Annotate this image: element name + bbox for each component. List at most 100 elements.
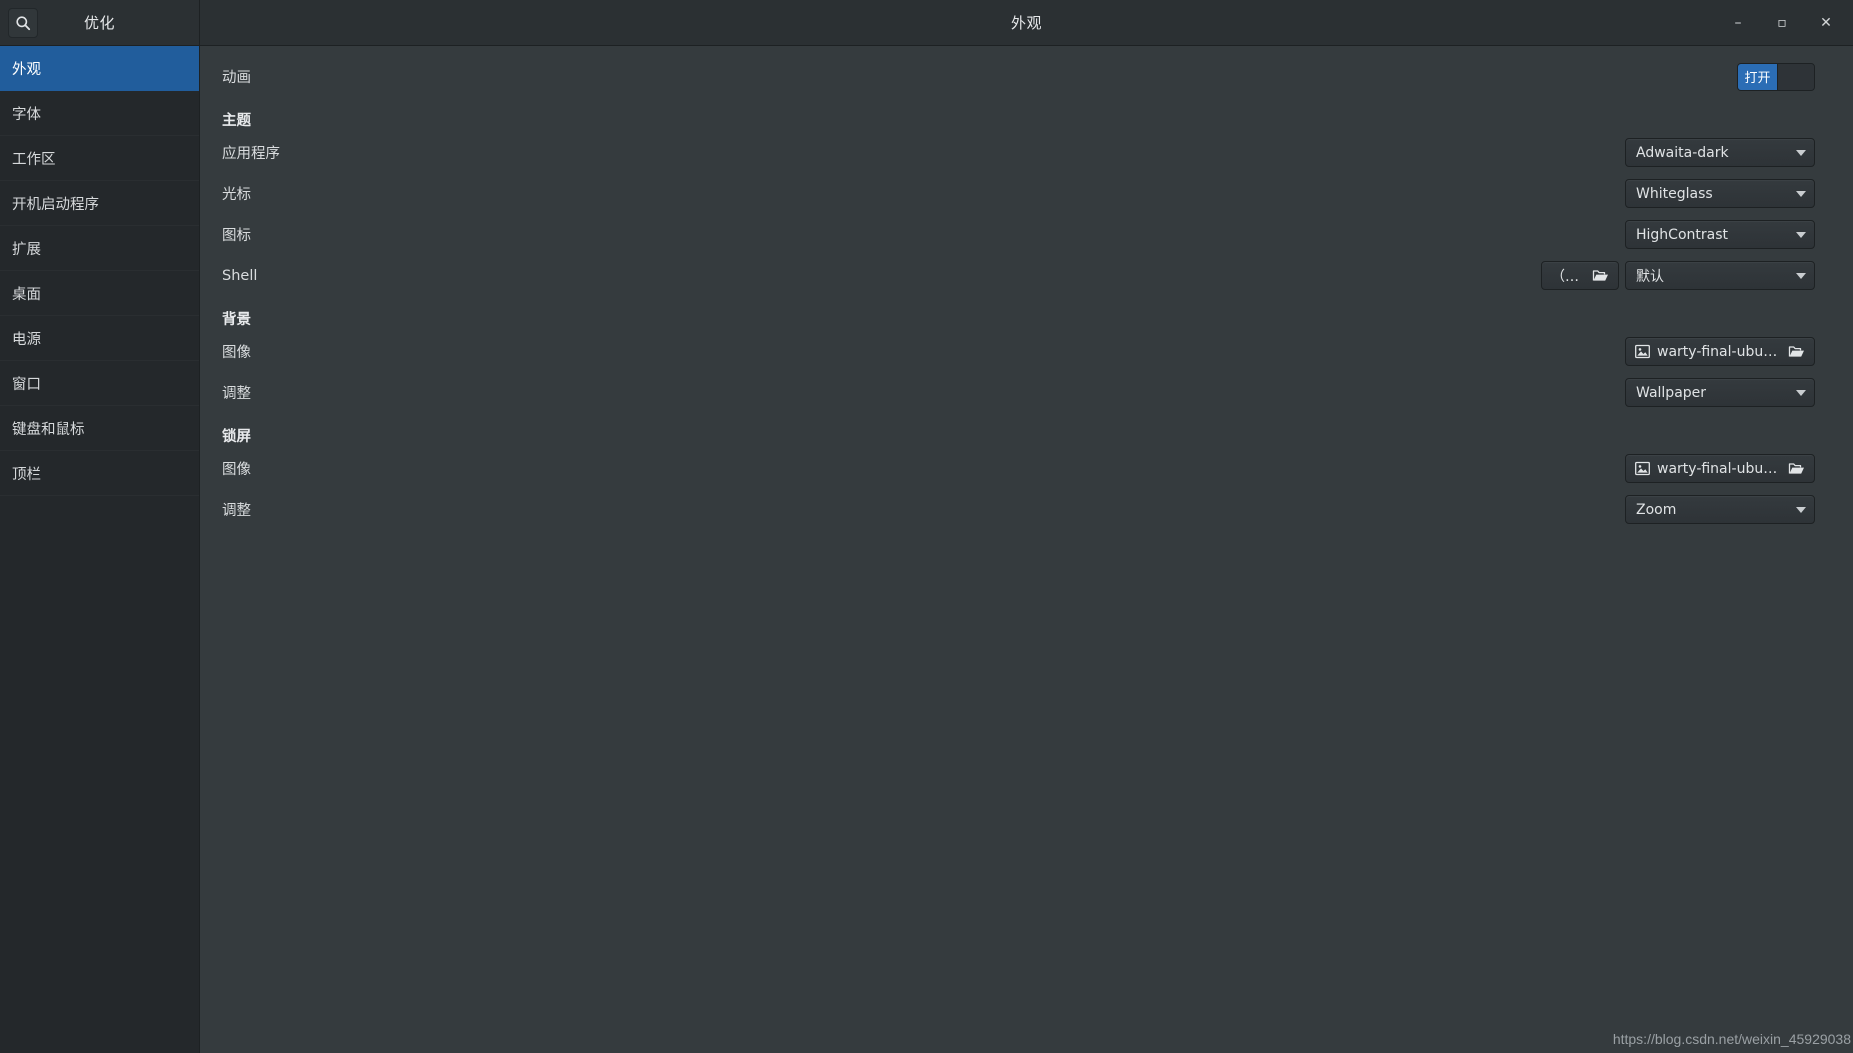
sidebar-item-label: 桌面 [12,286,41,303]
lockscreen-adjustment-dropdown[interactable]: Zoom [1625,495,1815,524]
shell-theme-dropdown[interactable]: 默认 [1625,261,1815,290]
application-theme-dropdown[interactable]: Adwaita-dark [1625,138,1815,167]
sidebar-item-top-bar[interactable]: 顶栏 [0,451,199,496]
folder-open-icon [1592,268,1609,283]
dropdown-value: Whiteglass [1636,185,1713,202]
section-title: 锁屏 [222,429,251,445]
chevron-down-icon [1796,389,1806,396]
sidebar-item-label: 字体 [12,106,41,123]
row-label: 图像 [222,462,251,478]
sidebar-item-label: 工作区 [12,151,56,168]
sidebar-item-startup-applications[interactable]: 开机启动程序 [0,181,199,226]
cursor-theme-dropdown[interactable]: Whiteglass [1625,179,1815,208]
sidebar-item-label: 电源 [12,331,41,348]
header-bar: 优化 外观 – ▫ ✕ [0,0,1853,46]
page-title: 外观 [1010,14,1042,32]
file-chooser-value: （无） [1551,268,1582,285]
row-label: 调整 [222,386,251,402]
row-label: 图像 [222,345,251,361]
sidebar: 外观 字体 工作区 开机启动程序 扩展 桌面 电源 窗口 键盘和鼠标 顶栏 [0,46,200,1053]
sidebar-item-appearance[interactable]: 外观 [0,46,199,91]
animations-toggle[interactable]: 打开 [1737,62,1815,91]
minimize-button[interactable]: – [1717,3,1759,43]
dropdown-value: Adwaita-dark [1636,144,1729,161]
icons-theme-dropdown[interactable]: HighContrast [1625,220,1815,249]
section-header-lock-screen: 锁屏 [200,413,1833,448]
row-label: 应用程序 [222,146,280,162]
row-application-theme: 应用程序 Adwaita-dark [200,132,1833,173]
toggle-knob [1778,63,1814,90]
main-content: 动画 打开 主题 应用程序 Adwaita-dark 光标 Whiteglass… [200,46,1853,1053]
background-adjustment-dropdown[interactable]: Wallpaper [1625,378,1815,407]
window-controls: – ▫ ✕ [1717,0,1847,46]
section-title: 主题 [222,113,251,129]
section-header-background: 背景 [200,296,1833,331]
row-control: （无） 默认 [1541,261,1815,290]
app-title: 优化 [83,14,115,32]
row-control: Whiteglass [1625,179,1815,208]
dropdown-value: Zoom [1636,501,1677,518]
row-control: Zoom [1625,495,1815,524]
header-right-pane: 外观 – ▫ ✕ [200,0,1853,45]
row-control: Wallpaper [1625,378,1815,407]
close-button[interactable]: ✕ [1805,3,1847,43]
sidebar-item-label: 顶栏 [12,466,41,483]
search-button[interactable] [8,7,38,38]
sidebar-item-fonts[interactable]: 字体 [0,91,199,136]
row-label: 动画 [222,70,251,86]
section-title: 背景 [222,312,251,328]
row-control: Adwaita-dark [1625,138,1815,167]
chevron-down-icon [1796,506,1806,513]
row-lockscreen-image: 图像 warty-final-ubuntu.png [200,448,1833,489]
sidebar-item-label: 键盘和鼠标 [12,421,85,438]
row-control: warty-final-ubuntu.png [1625,454,1815,483]
chevron-down-icon [1796,231,1806,238]
dropdown-value: HighContrast [1636,226,1728,243]
sidebar-item-power[interactable]: 电源 [0,316,199,361]
row-label: Shell [222,267,258,284]
file-chooser-value: warty-final-ubuntu.png [1657,460,1781,477]
sidebar-item-label: 开机启动程序 [12,196,99,213]
maximize-button[interactable]: ▫ [1761,3,1803,43]
row-background-adjustment: 调整 Wallpaper [200,372,1833,413]
image-file-icon [1635,344,1650,359]
background-image-file-chooser[interactable]: warty-final-ubuntu.png [1625,337,1815,366]
sidebar-item-label: 外观 [12,61,41,78]
sidebar-item-keyboard-and-mouse[interactable]: 键盘和鼠标 [0,406,199,451]
sidebar-item-extensions[interactable]: 扩展 [0,226,199,271]
chevron-down-icon [1796,149,1806,156]
window-body: 外观 字体 工作区 开机启动程序 扩展 桌面 电源 窗口 键盘和鼠标 顶栏 动画… [0,46,1853,1053]
sidebar-item-label: 窗口 [12,376,41,393]
settings-rows: 动画 打开 主题 应用程序 Adwaita-dark 光标 Whiteglass… [200,46,1833,530]
row-label: 光标 [222,187,251,203]
shell-theme-file-chooser[interactable]: （无） [1541,261,1619,290]
folder-open-icon [1788,461,1805,476]
chevron-down-icon [1796,272,1806,279]
sidebar-item-label: 扩展 [12,241,41,258]
row-control: warty-final-ubuntu.png [1625,337,1815,366]
sidebar-item-desktop[interactable]: 桌面 [0,271,199,316]
row-background-image: 图像 warty-final-ubuntu.png [200,331,1833,372]
section-header-theme: 主题 [200,97,1833,132]
row-shell-theme: Shell （无） 默认 [200,255,1833,296]
header-left-pane: 优化 [0,0,200,45]
dropdown-value: Wallpaper [1636,384,1707,401]
sidebar-item-windows[interactable]: 窗口 [0,361,199,406]
lockscreen-image-file-chooser[interactable]: warty-final-ubuntu.png [1625,454,1815,483]
sidebar-item-workspaces[interactable]: 工作区 [0,136,199,181]
row-label: 调整 [222,503,251,519]
row-label: 图标 [222,228,251,244]
chevron-down-icon [1796,190,1806,197]
row-icons-theme: 图标 HighContrast [200,214,1833,255]
folder-open-icon [1788,344,1805,359]
file-chooser-value: warty-final-ubuntu.png [1657,343,1781,360]
row-control: HighContrast [1625,220,1815,249]
toggle-on-label: 打开 [1738,63,1778,90]
tweaks-window: 优化 外观 – ▫ ✕ 外观 字体 工作区 开机启动程序 扩展 桌面 电源 窗口… [0,0,1853,1053]
dropdown-value: 默认 [1636,268,1664,285]
image-file-icon [1635,461,1650,476]
watermark-text: https://blog.csdn.net/weixin_45929038 [1612,1031,1851,1047]
row-animations: 动画 打开 [200,56,1833,97]
row-lockscreen-adjustment: 调整 Zoom [200,489,1833,530]
search-icon [15,15,31,31]
